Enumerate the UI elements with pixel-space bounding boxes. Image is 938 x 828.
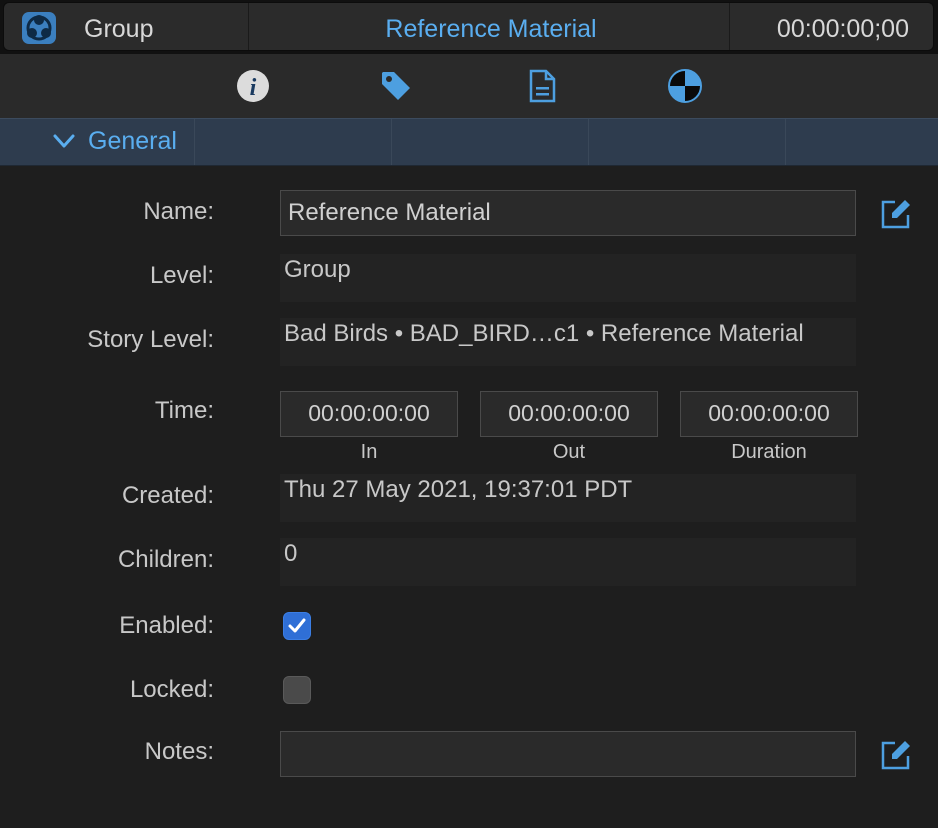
- enabled-label: Enabled:: [119, 612, 214, 639]
- level-label: Level:: [149, 262, 214, 289]
- edit-notes-icon[interactable]: [878, 738, 912, 772]
- time-duration-label: Duration: [731, 441, 807, 463]
- object-title: Reference Material: [385, 15, 597, 43]
- object-type-label: Group: [84, 15, 154, 43]
- inspector-header: Group Reference Material 00:00:00;00: [0, 0, 938, 54]
- created-label: Created:: [121, 482, 214, 509]
- info-icon: i: [237, 70, 269, 102]
- level-value: Group: [280, 254, 856, 302]
- header-divider: [248, 3, 249, 50]
- section-divider: [588, 119, 589, 165]
- metadata-tab[interactable]: [524, 68, 560, 104]
- time-in-field[interactable]: 00:00:00:00: [280, 391, 458, 437]
- tags-tab[interactable]: [378, 68, 414, 104]
- svg-text:i: i: [250, 75, 257, 101]
- time-in-label: In: [360, 441, 378, 463]
- story-level-value: Bad Birds • BAD_BIRD…c1 • Reference Mate…: [280, 318, 856, 366]
- time-duration-field[interactable]: 00:00:00:00: [680, 391, 858, 437]
- locked-label: Locked:: [129, 676, 214, 703]
- inspector-tabs: i: [0, 54, 938, 118]
- section-label: General: [88, 127, 177, 155]
- section-divider: [785, 119, 786, 165]
- color-wheel-icon: [668, 69, 702, 103]
- story-level-label: Story Level:: [87, 326, 214, 353]
- notes-label: Notes:: [144, 738, 214, 765]
- time-label: Time:: [154, 397, 214, 424]
- created-value: Thu 27 May 2021, 19:37:01 PDT: [280, 474, 856, 522]
- name-label: Name:: [143, 198, 214, 225]
- children-value: 0: [280, 538, 856, 586]
- color-tab[interactable]: [667, 68, 703, 104]
- section-divider: [194, 119, 195, 165]
- group-icon: [22, 12, 56, 44]
- notes-field[interactable]: [280, 731, 856, 777]
- document-icon: [529, 69, 556, 103]
- name-field[interactable]: Reference Material: [280, 190, 856, 236]
- enabled-checkbox[interactable]: [283, 612, 311, 640]
- tag-icon: [382, 72, 410, 100]
- children-label: Children:: [117, 546, 214, 573]
- checkmark-icon: [288, 618, 306, 633]
- edit-name-icon[interactable]: [878, 197, 912, 231]
- section-divider: [391, 119, 392, 165]
- general-section-header[interactable]: General: [0, 118, 938, 166]
- chevron-down-icon[interactable]: [50, 127, 78, 155]
- locked-checkbox[interactable]: [283, 676, 311, 704]
- time-out-label: Out: [552, 441, 586, 463]
- time-out-field[interactable]: 00:00:00:00: [480, 391, 658, 437]
- header-bar: Group Reference Material 00:00:00;00: [3, 2, 934, 51]
- info-tab[interactable]: i: [235, 68, 271, 104]
- header-timecode: 00:00:00;00: [776, 15, 909, 43]
